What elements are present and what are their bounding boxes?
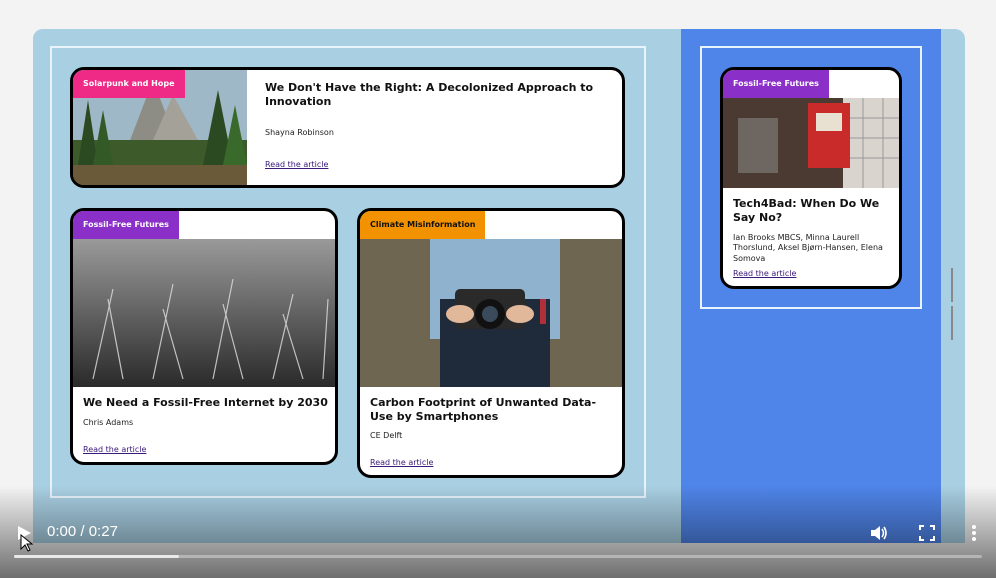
video-frame: Solarpunk and Hope We Don't Have the Rig…: [0, 0, 996, 578]
article-author: Ian Brooks MBCS, Minna Laurell Thorslund…: [733, 233, 883, 263]
progress-bar[interactable]: [14, 555, 982, 558]
article-author: CE Delft: [370, 431, 403, 440]
total-time: 0:27: [88, 523, 118, 540]
video-stage[interactable]: Solarpunk and Hope We Don't Have the Rig…: [33, 29, 965, 543]
category-tag[interactable]: Fossil-Free Futures: [73, 211, 179, 239]
read-article-link[interactable]: Read the article: [83, 445, 146, 454]
volume-icon[interactable]: [869, 523, 889, 543]
phonebox-image: [723, 98, 899, 188]
cursor-icon: [20, 533, 34, 552]
more-vertical-icon[interactable]: [969, 524, 979, 542]
read-article-link[interactable]: Read the article: [733, 269, 796, 278]
progress-buffered: [14, 555, 179, 558]
controls-overlay: [0, 486, 996, 578]
read-article-link[interactable]: Read the article: [370, 458, 433, 467]
category-tag[interactable]: Solarpunk and Hope: [73, 70, 185, 98]
time-separator: /: [80, 523, 85, 540]
article-title[interactable]: Carbon Footprint of Unwanted Data-Use by…: [370, 396, 615, 424]
article-card-fossil-free-internet[interactable]: Fossil-Free Futures We Need a Fossil-Fre…: [70, 208, 338, 465]
right-pane: Fossil-Free Futures Tech4Bad: When Do We…: [681, 29, 941, 543]
fullscreen-icon[interactable]: [918, 524, 936, 542]
article-card-tech4bad[interactable]: Fossil-Free Futures Tech4Bad: When Do We…: [720, 67, 902, 289]
read-article-link[interactable]: Read the article: [265, 160, 328, 169]
left-pane: Solarpunk and Hope We Don't Have the Rig…: [33, 29, 681, 543]
current-time: 0:00: [47, 523, 77, 540]
article-card-carbon-footprint[interactable]: Climate Misinformation Carbon Footprint …: [357, 208, 625, 478]
category-tag[interactable]: Fossil-Free Futures: [723, 70, 829, 98]
time-display: 0:00 / 0:27: [47, 523, 118, 540]
article-title[interactable]: We Need a Fossil-Free Internet by 2030: [83, 396, 328, 410]
grass-image: [73, 239, 335, 387]
article-card-decolonized[interactable]: Solarpunk and Hope We Don't Have the Rig…: [70, 67, 625, 188]
article-title[interactable]: Tech4Bad: When Do We Say No?: [733, 197, 893, 225]
article-author: Chris Adams: [83, 418, 134, 427]
camera-image: [360, 239, 622, 387]
resize-handle[interactable]: [951, 268, 957, 340]
article-author: Shayna Robinson: [265, 128, 334, 137]
article-title[interactable]: We Don't Have the Right: A Decolonized A…: [265, 81, 605, 109]
category-tag[interactable]: Climate Misinformation: [360, 211, 486, 239]
